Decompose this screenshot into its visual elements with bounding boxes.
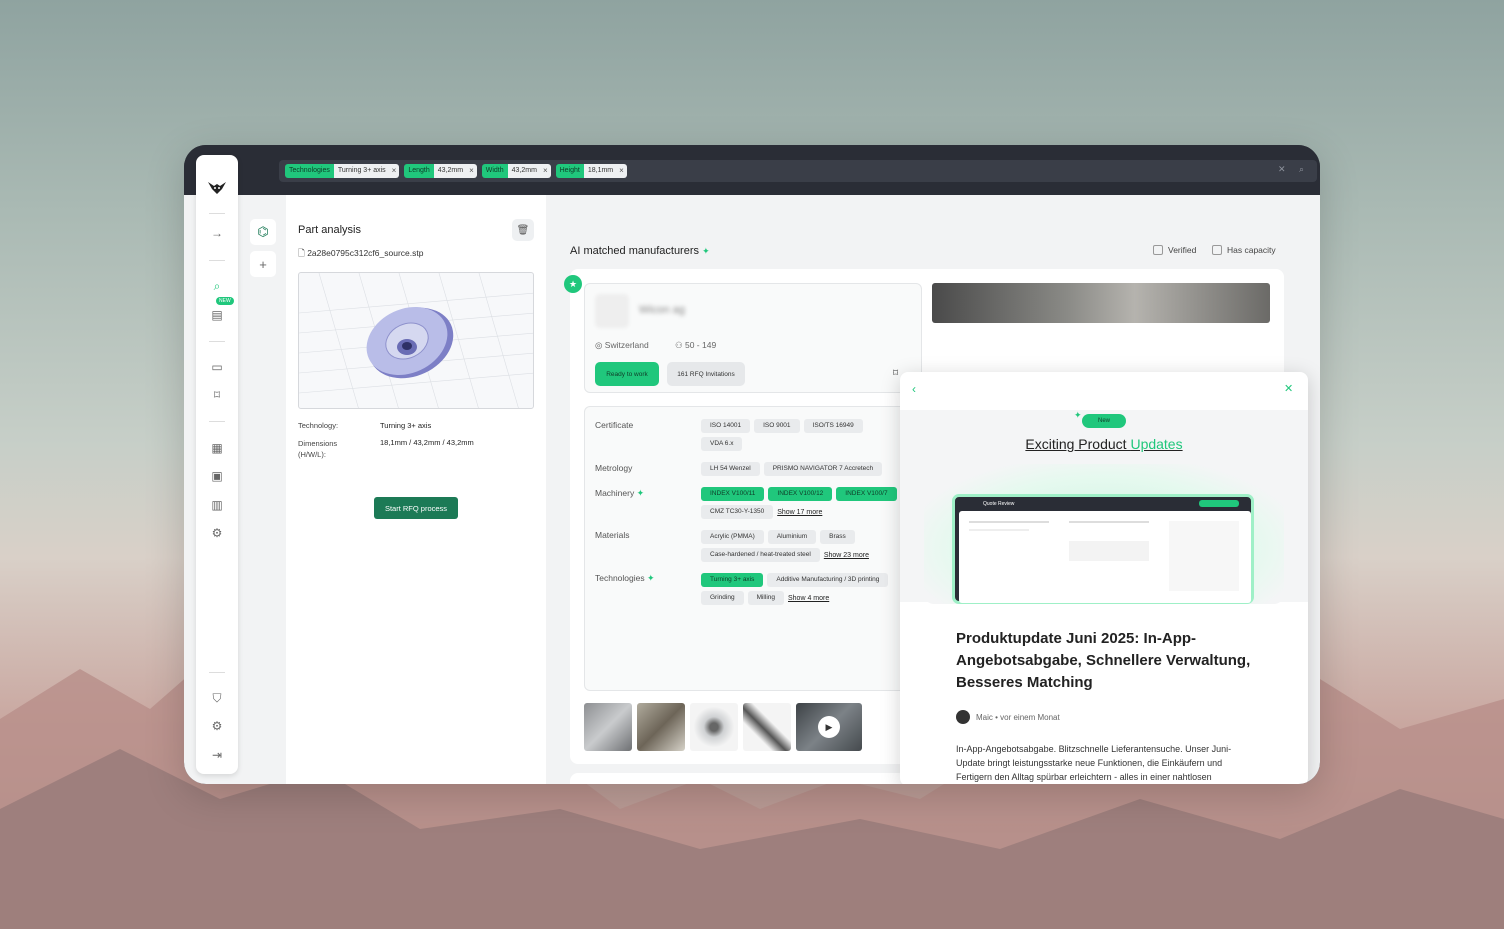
- logout-icon[interactable]: ⇥: [208, 746, 226, 764]
- gallery-thumb[interactable]: [637, 703, 685, 751]
- factory-photo: [932, 283, 1270, 323]
- search-icon[interactable]: ⌕: [1299, 164, 1304, 175]
- part-gallery: ▶: [584, 703, 862, 751]
- document-icon[interactable]: ▤: [208, 306, 226, 324]
- settings-icon[interactable]: ⚙: [208, 717, 226, 735]
- manufacturer-name: Wicon ag: [639, 304, 685, 316]
- start-rfq-button[interactable]: Start RFQ process: [374, 497, 458, 519]
- article-body: In-App-Angebotsabgabe. Blitzschnelle Lie…: [956, 744, 1232, 782]
- show-more-technologies-link[interactable]: Show 4 more: [788, 595, 829, 602]
- popup-heading: Exciting Product Updates: [1025, 436, 1183, 452]
- globe-icon: ◎: [595, 340, 605, 350]
- country: ◎ Switzerland: [595, 340, 649, 350]
- sidebar: → ⌕ ▤ NEW ▭ ⌑ ▦ ▣ ▥ ⚙ ⛉ ⚙ ⇥: [196, 155, 238, 774]
- article-author: Maic • vor einem Monat: [956, 710, 1060, 724]
- new-badge: NEW: [216, 297, 234, 305]
- sparkle-icon: ✦: [1074, 410, 1082, 420]
- star-icon: ★: [564, 275, 582, 293]
- certificate-tags: ISO 14001 ISO 9001 ISO/TS 16949: [701, 419, 863, 433]
- remove-filter-icon[interactable]: ×: [617, 164, 627, 178]
- logo-icon[interactable]: [207, 180, 227, 196]
- main-title: AI matched manufacturers ✦: [570, 245, 710, 257]
- gallery-thumb[interactable]: [690, 703, 738, 751]
- avatar: [956, 710, 970, 724]
- show-more-machinery-link[interactable]: Show 17 more: [777, 509, 822, 516]
- sparkle-icon: ✦: [647, 573, 655, 583]
- gallery-thumb[interactable]: [584, 703, 632, 751]
- capabilities-box: Certificate ISO 14001 ISO 9001 ISO/TS 16…: [584, 406, 922, 691]
- new-pill: New: [1082, 414, 1126, 428]
- filter-chip-length[interactable]: Length 43,2mm ×: [404, 164, 477, 178]
- mock-button: [1199, 500, 1239, 507]
- part-analysis-panel: Part analysis 🗑 🗋 2a28e0795c312cf6_sourc…: [286, 195, 546, 784]
- id-card-icon[interactable]: ▣: [208, 467, 226, 485]
- gear-nav-icon[interactable]: ⚙: [208, 524, 226, 542]
- clear-filters-icon[interactable]: ✕: [1278, 164, 1286, 175]
- catalog-icon[interactable]: ▥: [208, 496, 226, 514]
- filter-bar[interactable]: Technologies Turning 3+ axis × Length 43,2m…: [279, 160, 1317, 182]
- app-window: Technologies Turning 3+ axis × Length 43,2m…: [184, 145, 1320, 784]
- add-icon[interactable]: +: [250, 251, 276, 277]
- remove-filter-icon[interactable]: ×: [389, 164, 400, 178]
- machinery-tags: INDEX V100/11 INDEX V100/12 INDEX V100/7: [701, 487, 897, 501]
- status-badge: Ready to work: [595, 362, 659, 386]
- people-icon: ⚇: [675, 340, 685, 350]
- filter-chip-technologies[interactable]: Technologies Turning 3+ axis ×: [285, 164, 400, 178]
- verified-checkbox[interactable]: Verified: [1153, 245, 1196, 255]
- technologies-tags: Turning 3+ axis Additive Manufacturing /…: [701, 573, 889, 587]
- search-nav-icon[interactable]: ⌕: [208, 277, 226, 295]
- filter-chip-height[interactable]: Height 18,1mm ×: [555, 164, 627, 178]
- rfq-invitations-badge: 161 RFQ Invitations: [667, 362, 745, 386]
- sparkle-icon: ✦: [636, 488, 645, 498]
- filter-chip-width[interactable]: Width 43,2mm ×: [481, 164, 551, 178]
- trash-icon[interactable]: 🗑: [512, 219, 534, 241]
- article-title: Produktupdate Juni 2025: In-App-Angebots…: [956, 630, 1251, 691]
- bookmark-icon[interactable]: ⌑: [208, 386, 226, 404]
- sparkle-icon: ✦: [702, 246, 710, 256]
- part-analysis-tool-icon[interactable]: ⌬: [250, 219, 276, 245]
- manufacturer-logo: [595, 294, 629, 328]
- 3d-viewer[interactable]: [298, 272, 534, 409]
- bookmark-card-icon[interactable]: ⌑: [893, 368, 898, 379]
- video-thumb[interactable]: ▶: [796, 703, 862, 751]
- security-icon[interactable]: ⛉: [208, 689, 226, 707]
- request-icon[interactable]: ▦: [208, 439, 226, 457]
- back-icon[interactable]: ‹: [912, 382, 916, 396]
- play-icon[interactable]: ▶: [818, 716, 840, 738]
- top-bar: Technologies Turning 3+ axis × Length 43,2m…: [184, 145, 1320, 195]
- materials-tags: Acrylic (PMMA) Aluminium Brass: [701, 530, 855, 544]
- remove-filter-icon[interactable]: ×: [467, 164, 477, 178]
- tool-column: ⌬ +: [250, 219, 278, 283]
- remove-filter-icon[interactable]: ×: [540, 164, 551, 178]
- employee-count: ⚇ 50 - 149: [675, 340, 717, 350]
- app-mockup: Quote Review: [952, 494, 1254, 604]
- content-area: → ⌕ ▤ NEW ▭ ⌑ ▦ ▣ ▥ ⚙ ⛉ ⚙ ⇥ ⌬ + Part ana…: [184, 155, 1320, 784]
- manufacturer-header: Wicon ag ◎ Switzerland ⚇ 50 - 149 Ready …: [584, 283, 922, 393]
- file-name: 🗋 2a28e0795c312cf6_source.stp: [298, 248, 424, 258]
- part-model-render: [299, 273, 533, 408]
- screenshot-glow: Quote Review: [924, 464, 1284, 604]
- has-capacity-checkbox[interactable]: Has capacity: [1212, 245, 1276, 255]
- part-analysis-title: Part analysis: [298, 224, 361, 236]
- arrow-right-icon[interactable]: →: [208, 224, 226, 242]
- mock-content: [959, 511, 1251, 603]
- folder-icon[interactable]: ▭: [208, 358, 226, 376]
- metrology-tags: LH 54 Wenzel PRISMO NAVIGATOR 7 Accretec…: [701, 462, 883, 476]
- file-icon: 🗋: [298, 248, 308, 258]
- product-update-popup: ‹ ✕ ✦ New Exciting Product Updates Quote…: [900, 372, 1308, 784]
- gallery-thumb[interactable]: [743, 703, 791, 751]
- close-icon[interactable]: ✕: [1284, 382, 1293, 395]
- show-more-materials-link[interactable]: Show 23 more: [824, 552, 869, 559]
